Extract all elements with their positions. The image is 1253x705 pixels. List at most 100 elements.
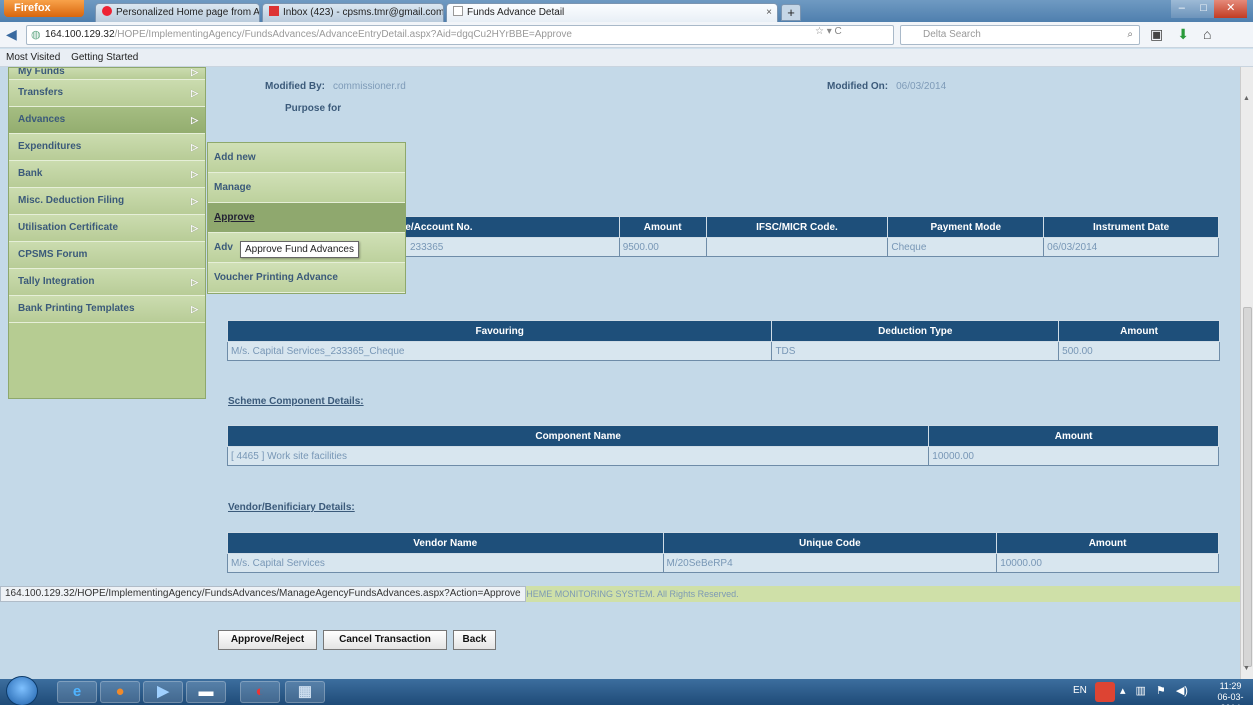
purpose-label: Purpose for <box>285 103 342 114</box>
vertical-scrollbar[interactable]: ▲ ▼ <box>1240 67 1253 679</box>
table-cell <box>705 237 889 257</box>
column-header: Amount <box>928 425 1219 447</box>
sidebar-item-misc-deduction[interactable]: Misc. Deduction Filing ▷ <box>9 188 205 215</box>
submenu-approve[interactable]: Approve <box>208 203 405 233</box>
page-icon <box>453 6 463 16</box>
language-indicator[interactable]: EN <box>1073 685 1087 696</box>
vendor-title: Vendor/Benificiary Details: <box>228 502 355 513</box>
vendor-table: Vendor Name Unique Code Amount M/s. Capi… <box>227 532 1219 573</box>
sidebar-item-expenditures[interactable]: Expenditures ▷ <box>9 134 205 161</box>
close-tab-icon[interactable]: × <box>766 4 772 21</box>
sidebar-item-label: Transfers <box>18 87 64 98</box>
column-header: Deduction Type <box>771 320 1060 342</box>
media-icon[interactable]: ▶ <box>143 681 183 703</box>
modified-by: Modified By: commissioner.rd <box>265 81 406 92</box>
sidebar-item-label: Utilisation Certificate <box>18 222 119 233</box>
chevron-right-icon: ▷ <box>191 142 198 152</box>
firefox-menu-button[interactable]: Firefox <box>4 0 84 17</box>
folder-icon[interactable]: ▬ <box>186 681 226 703</box>
column-header: Amount <box>1058 320 1220 342</box>
start-button[interactable] <box>6 676 38 705</box>
close-window-button[interactable]: ✕ <box>1214 0 1248 18</box>
bookmarks-toolbar: Most Visited Getting Started <box>0 49 1253 67</box>
back-button[interactable]: Back <box>453 630 496 650</box>
tab-label: Inbox (423) - cpsms.tmr@gmail.com ... <box>283 7 444 18</box>
clock[interactable]: 11:29 06-03-2014 <box>1208 681 1253 705</box>
download-icon[interactable]: ⬇ <box>1177 26 1189 43</box>
clock-date: 06-03-2014 <box>1217 692 1244 705</box>
scheme-component-title: Scheme Component Details: <box>228 396 364 407</box>
submenu-voucher-printing-advance[interactable]: Voucher Printing Advance <box>208 263 405 293</box>
sidebar-item-label: Bank <box>18 168 43 179</box>
sidebar-item-transfers[interactable]: Transfers ▷ <box>9 80 205 107</box>
sidebar-item-tally-integration[interactable]: Tally Integration ▷ <box>9 269 205 296</box>
scheme-component-table: Component Name Amount [ 4465 ] Work site… <box>226 425 1219 466</box>
table-cell: 500.00 <box>1058 341 1220 361</box>
scroll-down-icon[interactable]: ▼ <box>1243 665 1250 672</box>
sidebar-item-cpsms-forum[interactable]: CPSMS Forum <box>9 242 205 269</box>
site-identity-icon[interactable]: ◍ <box>31 26 41 44</box>
minimize-button[interactable]: – <box>1171 0 1193 18</box>
browser-titlebar: Firefox Personalized Home page from Airt… <box>0 0 1253 22</box>
tray-app-icon[interactable] <box>1095 682 1115 702</box>
modified-on: Modified On: 06/03/2014 <box>827 81 946 92</box>
cancel-transaction-button[interactable]: Cancel Transaction <box>323 630 447 650</box>
table-cell: M/20SeBeRP4 <box>662 553 998 573</box>
reload-icon[interactable]: ☆ ▾ C <box>815 26 842 37</box>
column-header: Payment Mode <box>887 216 1045 238</box>
chevron-right-icon: ▷ <box>191 304 198 314</box>
sidebar-item-bank-printing-templates[interactable]: Bank Printing Templates ▷ <box>9 296 205 323</box>
bookmarks-icon[interactable]: ▣ <box>1150 26 1163 43</box>
new-tab-button[interactable]: + <box>781 4 801 21</box>
tooltip: Approve Fund Advances <box>240 241 359 258</box>
home-icon[interactable]: ⌂ <box>1203 26 1211 43</box>
submenu-manage[interactable]: Manage <box>208 173 405 203</box>
approve-reject-button[interactable]: Approve/Reject <box>218 630 317 650</box>
sidebar-item-label: Tally Integration <box>18 276 95 287</box>
volume-icon[interactable]: ◀) <box>1176 684 1188 697</box>
table-header-row: Component Name Amount <box>226 425 1219 447</box>
back-arrow-icon[interactable]: ◀ <box>6 26 17 43</box>
internet-explorer-icon[interactable]: e <box>57 681 97 703</box>
scrollbar-thumb[interactable] <box>1243 307 1252 667</box>
chevron-right-icon: ▷ <box>191 68 198 77</box>
window-app-icon[interactable]: ▦ <box>285 681 325 703</box>
sidebar-item-label: Expenditures <box>18 141 82 152</box>
search-icon[interactable]: ⌕ <box>1127 26 1133 44</box>
maximize-button[interactable]: □ <box>1192 0 1215 18</box>
tab-label: Funds Advance Detail <box>467 7 565 18</box>
tab-label: Personalized Home page from Airtel ... <box>116 7 260 18</box>
sidebar-item-utilisation-certificate[interactable]: Utilisation Certificate ▷ <box>9 215 205 242</box>
tab-airtel[interactable]: Personalized Home page from Airtel ... <box>95 3 260 22</box>
bookmark-most-visited[interactable]: Most Visited <box>6 52 60 63</box>
column-header: IFSC/MICR Code. <box>705 216 889 238</box>
table-cell: 9500.00 <box>618 237 707 257</box>
system-tray: ▴ ▥ ⚑ ◀) <box>1120 684 1188 697</box>
column-header: Amount <box>618 216 707 238</box>
sidebar-item-my-funds[interactable]: My Funds ▷ <box>9 68 205 80</box>
tab-gmail[interactable]: Inbox (423) - cpsms.tmr@gmail.com ... <box>262 3 444 22</box>
modified-on-label: Modified On: <box>827 81 889 92</box>
table-row: [ 4465 ] Work site facilities 10000.00 <box>226 446 1219 466</box>
scroll-up-icon[interactable]: ▲ <box>1243 95 1250 102</box>
nav-toolbar-icons: ▣ ⬇ ⌂ <box>1150 26 1211 43</box>
table-cell: M/s. Capital Services <box>227 553 664 573</box>
airtel-app-icon[interactable]: ◐ <box>240 681 280 703</box>
modified-by-label: Modified By: <box>265 81 325 92</box>
column-header: Favouring <box>226 320 773 342</box>
sidebar-item-bank[interactable]: Bank ▷ <box>9 161 205 188</box>
search-bar[interactable]: Delta Search ⌕ <box>900 25 1140 45</box>
sidebar-item-advances[interactable]: Advances ▷ <box>9 107 205 134</box>
submenu-add-new[interactable]: Add new <box>208 143 405 173</box>
flag-icon[interactable]: ⚑ <box>1156 684 1166 697</box>
status-url: 164.100.129.32/HOPE/ImplementingAgency/F… <box>0 586 526 602</box>
tab-funds-advance-detail[interactable]: Funds Advance Detail × <box>446 3 778 22</box>
column-header: Amount <box>996 532 1219 554</box>
tray-arrow-icon[interactable]: ▴ <box>1120 684 1126 697</box>
firefox-icon[interactable]: ● <box>100 681 140 703</box>
network-icon[interactable]: ▥ <box>1136 684 1146 697</box>
chevron-right-icon: ▷ <box>191 196 198 206</box>
url-bar[interactable]: ◍ 164.100.129.32/HOPE/ImplementingAgency/… <box>26 25 894 45</box>
bookmark-getting-started[interactable]: Getting Started <box>71 52 138 63</box>
table-cell: M/s. Capital Services_233365_Cheque <box>226 341 773 361</box>
